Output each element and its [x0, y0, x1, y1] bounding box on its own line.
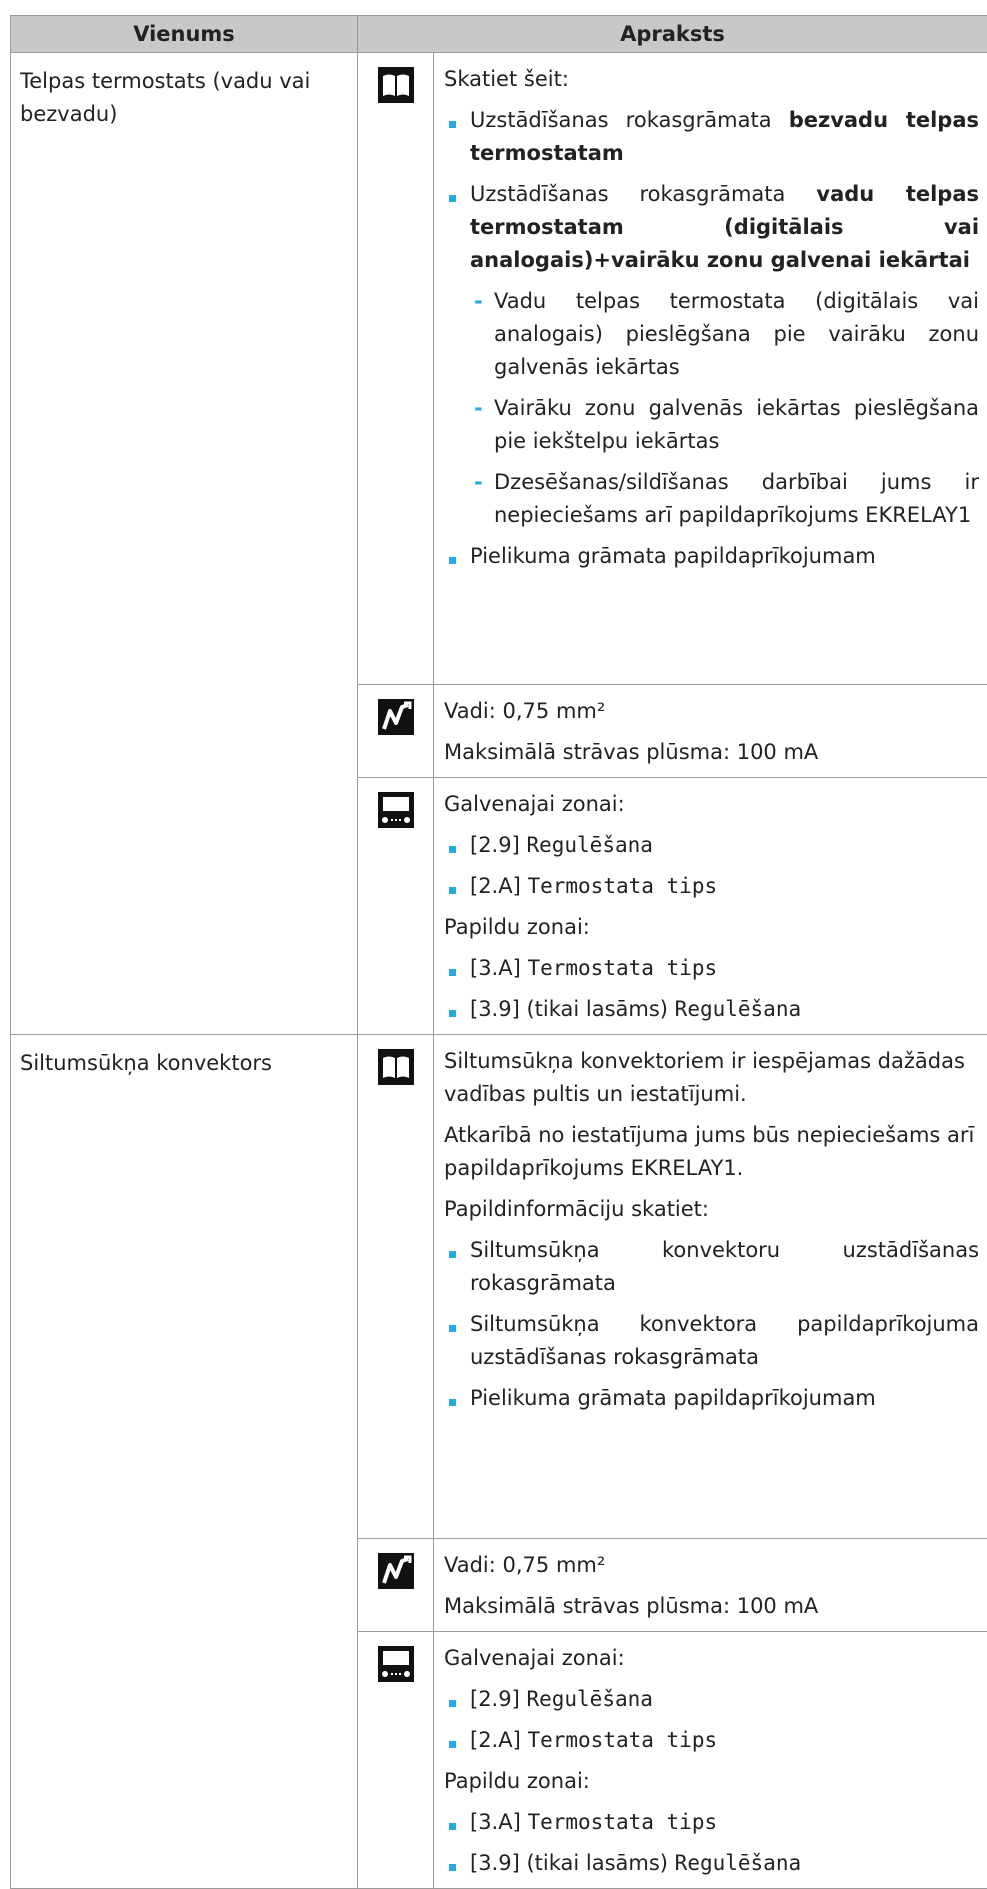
options-table: Vienums Apraksts Telpas termostats (vadu…: [10, 15, 987, 1889]
book-icon: [378, 1049, 414, 1085]
setting-code: [2.A]: [470, 874, 527, 898]
setting-code: [2.9]: [470, 1687, 526, 1711]
manual-description: Skatiet šeit: Uzstādīšanas rokasgrāmata …: [434, 53, 987, 685]
bullet-text: Uzstādīšanas rokasgrāmata: [470, 182, 816, 206]
setting-code: [3.9] (tikai lasāms): [470, 1851, 675, 1875]
book-icon: [378, 67, 414, 103]
setting-name: Regulēšana: [526, 833, 652, 857]
main-zone-label: Galvenajai zonai:: [444, 1634, 979, 1675]
list-item: [2.A] Termostata tips: [444, 1716, 979, 1757]
wiring-current: Maksimālā strāvas plūsma: 100 mA: [444, 1582, 979, 1623]
table-row: Siltumsūkņa konvektors Siltumsūkņa konve…: [11, 1035, 987, 1539]
list-item: [2.9] Regulēšana: [444, 1675, 979, 1716]
icon-cell: [358, 778, 434, 1035]
table-header-row: Vienums Apraksts: [11, 16, 987, 53]
setting-code: [3.A]: [470, 956, 527, 980]
wire-icon: [378, 699, 414, 735]
settings-description: Galvenajai zonai: [2.9] Regulēšana [2.A]…: [434, 1632, 987, 1889]
table-row: Telpas termostats (vadu vai bezvadu) Ska…: [11, 53, 987, 685]
setting-name: Regulēšana: [675, 997, 801, 1021]
settings-description: Galvenajai zonai: [2.9] Regulēšana [2.A]…: [434, 778, 987, 1035]
sub-list-item: Dzesēšanas/sildīšanas darbībai jums ir n…: [444, 458, 979, 532]
paragraph: Siltumsūkņa konvektoriem ir iespējamas d…: [444, 1037, 979, 1111]
wiring-description: Vadi: 0,75 mm² Maksimālā strāvas plūsma:…: [434, 1539, 987, 1632]
setting-name: Termostata tips: [527, 1810, 717, 1834]
wiring-current: Maksimālā strāvas plūsma: 100 mA: [444, 728, 979, 769]
setting-name: Termostata tips: [527, 1728, 717, 1752]
sub-list-item: Vairāku zonu galvenās iekārtas pieslēgša…: [444, 384, 979, 458]
icon-cell: [358, 1035, 434, 1539]
paragraph: Atkarībā no iestatījuma jums būs nepieci…: [444, 1111, 979, 1185]
controller-icon: [378, 1646, 414, 1682]
setting-name: Regulēšana: [526, 1687, 652, 1711]
header-apraksts: Apraksts: [358, 16, 987, 53]
setting-name: Regulēšana: [675, 1851, 801, 1875]
list-item: Uzstādīšanas rokasgrāmata vadu telpas te…: [444, 170, 979, 277]
bullet-text: Uzstādīšanas rokasgrāmata: [470, 108, 789, 132]
paragraph: Papildinformāciju skatiet:: [444, 1185, 979, 1226]
list-item: [2.9] Regulēšana: [444, 821, 979, 862]
sub-list-item: Vadu telpas termostata (digitālais vai a…: [444, 277, 979, 384]
icon-cell: [358, 1539, 434, 1632]
setting-code: [2.9]: [470, 833, 526, 857]
list-item: Siltumsūkņa konvektoru uzstādīšanas roka…: [444, 1226, 979, 1300]
setting-code: [2.A]: [470, 1728, 527, 1752]
list-item: [3.9] (tikai lasāms) Regulēšana: [444, 985, 979, 1026]
wiring-size: Vadi: 0,75 mm²: [444, 1541, 979, 1582]
item-room-thermostat: Telpas termostats (vadu vai bezvadu): [11, 53, 358, 1035]
setting-code: [3.9] (tikai lasāms): [470, 997, 675, 1021]
list-item: [3.9] (tikai lasāms) Regulēšana: [444, 1839, 979, 1880]
list-item: Uzstādīšanas rokasgrāmata bezvadu telpas…: [444, 96, 979, 170]
icon-cell: [358, 685, 434, 778]
wiring-description: Vadi: 0,75 mm² Maksimālā strāvas plūsma:…: [434, 685, 987, 778]
list-item: Siltumsūkņa konvektora papildaprīkojuma …: [444, 1300, 979, 1374]
additional-zone-label: Papildu zonai:: [444, 1757, 979, 1798]
icon-cell: [358, 1632, 434, 1889]
header-vienums: Vienums: [11, 16, 358, 53]
item-heat-pump-convector: Siltumsūkņa konvektors: [11, 1035, 358, 1889]
setting-code: [3.A]: [470, 1810, 527, 1834]
wire-icon: [378, 1553, 414, 1589]
list-item: [3.A] Termostata tips: [444, 1798, 979, 1839]
main-zone-label: Galvenajai zonai:: [444, 780, 979, 821]
setting-name: Termostata tips: [527, 956, 717, 980]
manual-intro: Skatiet šeit:: [444, 55, 979, 96]
wiring-size: Vadi: 0,75 mm²: [444, 687, 979, 728]
icon-cell: [358, 53, 434, 685]
setting-name: Termostata tips: [527, 874, 717, 898]
manual-description: Siltumsūkņa konvektoriem ir iespējamas d…: [434, 1035, 987, 1539]
additional-zone-label: Papildu zonai:: [444, 903, 979, 944]
controller-icon: [378, 792, 414, 828]
list-item: Pielikuma grāmata papildaprīkojumam: [444, 532, 979, 573]
list-item: [2.A] Termostata tips: [444, 862, 979, 903]
list-item: [3.A] Termostata tips: [444, 944, 979, 985]
list-item: Pielikuma grāmata papildaprīkojumam: [444, 1374, 979, 1415]
